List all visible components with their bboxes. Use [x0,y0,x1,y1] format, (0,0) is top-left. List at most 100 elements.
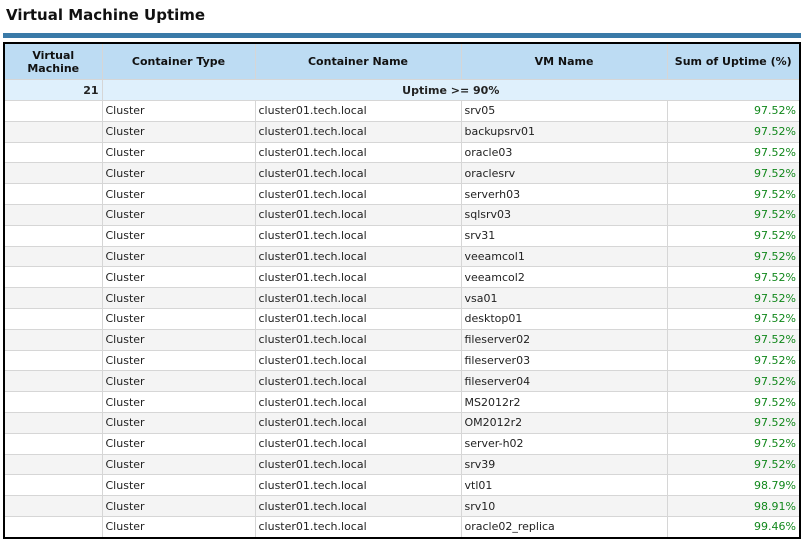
vm-cell [3,141,103,164]
vm-cell [3,203,103,226]
table-row: Cluster cluster01.tech.local srv10 98.91% [3,495,801,517]
group-label: Uptime >= 90% [101,79,801,101]
page-title: Virtual Machine Uptime [6,6,206,24]
vm-name-cell: backupsrv01 [460,120,668,143]
table-row: Cluster cluster01.tech.local server-h02 97.… [3,432,801,455]
container-type-cell: Cluster [101,203,256,226]
header-row: Virtual Machine Container Type Container… [3,42,801,80]
vm-cell [3,162,103,185]
table-row: Cluster cluster01.tech.local fileserver04 9… [3,370,801,393]
uptime-cell: 98.79% [666,474,801,497]
table-row: Cluster cluster01.tech.local vsa01 97.52% [3,287,801,309]
container-name-cell: cluster01.tech.local [254,411,462,434]
vm-cell [3,391,103,413]
uptime-cell: 97.52% [666,183,801,205]
container-type-cell: Cluster [101,453,256,476]
vm-cell [3,183,103,205]
container-name-cell: cluster01.tech.local [254,515,462,539]
vm-cell [3,370,103,393]
title-accent-bar [3,33,801,38]
container-name-cell: cluster01.tech.local [254,370,462,393]
vm-cell [3,328,103,351]
column-header-vm-name[interactable]: VM Name [460,42,668,80]
vm-name-cell: OM2012r2 [460,411,668,434]
column-header-container-name[interactable]: Container Name [254,42,462,80]
table-row: Cluster cluster01.tech.local srv31 97.52% [3,224,801,247]
container-type-cell: Cluster [101,266,256,289]
container-type-cell: Cluster [101,183,256,205]
table-row: Cluster cluster01.tech.local fileserver03 9… [3,349,801,372]
container-name-cell: cluster01.tech.local [254,203,462,226]
vm-name-cell: srv10 [460,495,668,517]
uptime-cell: 97.52% [666,370,801,393]
table-row: Cluster cluster01.tech.local veeamcol2 97.5… [3,266,801,289]
vm-name-cell: fileserver02 [460,328,668,351]
container-name-cell: cluster01.tech.local [254,432,462,455]
uptime-cell: 97.52% [666,453,801,476]
uptime-cell: 97.52% [666,141,801,164]
vm-cell [3,515,103,539]
container-name-cell: cluster01.tech.local [254,100,462,122]
table-row: Cluster cluster01.tech.local serverh03 97.5… [3,183,801,205]
table-row: Cluster cluster01.tech.local MS2012r2 97.52… [3,391,801,413]
container-name-cell: cluster01.tech.local [254,328,462,351]
container-type-cell: Cluster [101,245,256,268]
uptime-cell: 97.52% [666,245,801,268]
container-name-cell: cluster01.tech.local [254,162,462,185]
container-name-cell: cluster01.tech.local [254,224,462,247]
container-name-cell: cluster01.tech.local [254,183,462,205]
container-type-cell: Cluster [101,287,256,309]
column-header-uptime[interactable]: Sum of Uptime (%) [666,42,801,80]
vm-name-cell: sqlsrv03 [460,203,668,226]
table-row: Cluster cluster01.tech.local oracle03 97.52… [3,141,801,164]
column-header-container-type[interactable]: Container Type [101,42,256,80]
table-row: Cluster cluster01.tech.local vtl01 98.79% [3,474,801,497]
vm-name-cell: desktop01 [460,307,668,330]
container-type-cell: Cluster [101,162,256,185]
vm-name-cell: srv31 [460,224,668,247]
vm-cell [3,349,103,372]
uptime-cell: 99.46% [666,515,801,539]
container-type-cell: Cluster [101,391,256,413]
table-row: Cluster cluster01.tech.local OM2012r2 97.52… [3,411,801,434]
vm-name-cell: MS2012r2 [460,391,668,413]
vm-name-cell: srv39 [460,453,668,476]
vm-name-cell: serverh03 [460,183,668,205]
container-type-cell: Cluster [101,120,256,143]
uptime-cell: 97.52% [666,349,801,372]
container-type-cell: Cluster [101,100,256,122]
container-type-cell: Cluster [101,474,256,497]
container-name-cell: cluster01.tech.local [254,391,462,413]
group-count: 21 [3,79,103,101]
vm-name-cell: srv05 [460,100,668,122]
uptime-cell: 97.52% [666,162,801,185]
vm-cell [3,432,103,455]
table-row: Cluster cluster01.tech.local srv39 97.52% [3,453,801,476]
vm-cell [3,495,103,517]
table-row: Cluster cluster01.tech.local veeamcol1 97.5… [3,245,801,268]
table-row: Cluster cluster01.tech.local oraclesrv 97.5… [3,162,801,185]
uptime-cell: 97.52% [666,224,801,247]
vm-name-cell: fileserver03 [460,349,668,372]
vm-cell [3,287,103,309]
uptime-cell: 97.52% [666,328,801,351]
group-row: 21 Uptime >= 90% [3,79,801,101]
uptime-cell: 97.52% [666,266,801,289]
vm-name-cell: veeamcol2 [460,266,668,289]
container-name-cell: cluster01.tech.local [254,495,462,517]
vm-cell [3,266,103,289]
uptime-cell: 98.91% [666,495,801,517]
container-name-cell: cluster01.tech.local [254,349,462,372]
vm-cell [3,411,103,434]
container-type-cell: Cluster [101,411,256,434]
container-type-cell: Cluster [101,515,256,539]
uptime-cell: 97.52% [666,120,801,143]
vm-name-cell: vtl01 [460,474,668,497]
container-name-cell: cluster01.tech.local [254,453,462,476]
vm-name-cell: oracle03 [460,141,668,164]
vm-cell [3,474,103,497]
container-type-cell: Cluster [101,224,256,247]
container-name-cell: cluster01.tech.local [254,141,462,164]
uptime-cell: 97.52% [666,307,801,330]
column-header-virtual-machine[interactable]: Virtual Machine [3,42,103,80]
